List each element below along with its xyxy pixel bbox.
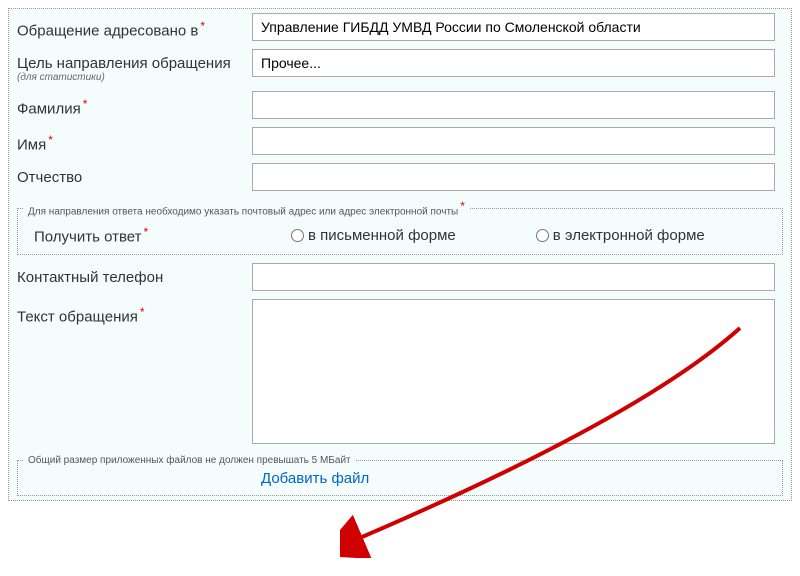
radio-written-label[interactable]: в письменной форме <box>308 227 456 244</box>
input-firstname[interactable] <box>252 127 775 155</box>
row-phone: Контактный телефон <box>9 259 791 295</box>
add-file-link[interactable]: Добавить файл <box>261 470 369 487</box>
radio-written[interactable] <box>291 229 304 242</box>
row-lastname: Фамилия* <box>9 87 791 123</box>
input-patronymic[interactable] <box>252 163 775 191</box>
file-fieldset: Общий размер приложенных файлов не долже… <box>17 455 783 496</box>
label-firstname: Имя* <box>17 127 252 154</box>
row-purpose: Цель направления обращения (для статисти… <box>9 45 791 87</box>
textarea-message[interactable] <box>252 299 775 444</box>
radio-electronic[interactable] <box>536 229 549 242</box>
row-addressed-to: Обращение адресовано в* <box>9 9 791 45</box>
response-legend: Для направления ответа необходимо указат… <box>24 199 469 217</box>
row-message: Текст обращения* <box>9 295 791 451</box>
input-addressed-to[interactable] <box>252 13 775 41</box>
label-addressed-to: Обращение адресовано в* <box>17 13 252 40</box>
label-lastname: Фамилия* <box>17 91 252 118</box>
file-legend: Общий размер приложенных файлов не долже… <box>24 455 355 466</box>
form-container: Обращение адресовано в* Цель направления… <box>8 8 792 501</box>
label-phone: Контактный телефон <box>17 263 252 286</box>
label-purpose: Цель направления обращения (для статисти… <box>17 49 252 83</box>
label-message: Текст обращения* <box>17 299 252 326</box>
input-purpose[interactable] <box>252 49 775 77</box>
label-patronymic: Отчество <box>17 163 252 186</box>
input-phone[interactable] <box>252 263 775 291</box>
row-patronymic: Отчество <box>9 159 791 195</box>
label-response: Получить ответ* <box>26 225 261 246</box>
input-lastname[interactable] <box>252 91 775 119</box>
radio-electronic-label[interactable]: в электронной форме <box>553 227 705 244</box>
response-fieldset: Для направления ответа необходимо указат… <box>17 199 783 255</box>
row-firstname: Имя* <box>9 123 791 159</box>
